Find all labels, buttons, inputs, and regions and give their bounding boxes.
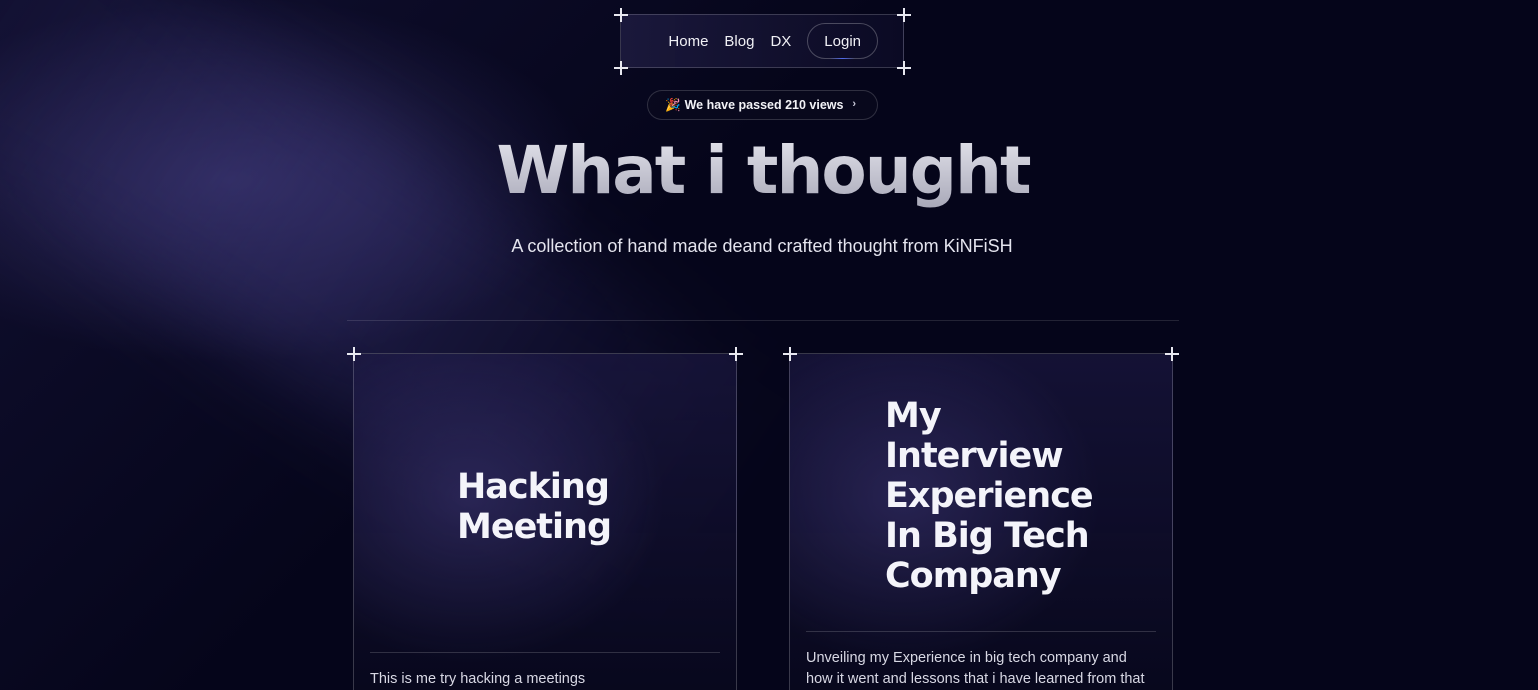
page-title: What i thought <box>0 132 1526 209</box>
corner-plus-icon <box>614 61 628 75</box>
nav-link-blog[interactable]: Blog <box>724 33 754 50</box>
section-divider <box>347 320 1179 321</box>
login-button[interactable]: Login <box>807 23 878 59</box>
corner-plus-icon <box>614 8 628 22</box>
chevron-right-icon: › <box>852 98 856 110</box>
nav-link-dx[interactable]: DX <box>770 33 791 50</box>
card-divider <box>806 631 1156 632</box>
post-card-interview-experience[interactable]: My Interview Experience In Big Tech Comp… <box>789 353 1173 690</box>
post-card-hacking-meeting[interactable]: Hacking Meeting This is me try hacking a… <box>353 353 737 690</box>
nav-link-home[interactable]: Home <box>668 33 708 50</box>
top-nav: Home Blog DX Login <box>620 14 904 68</box>
corner-plus-icon <box>729 347 743 361</box>
corner-plus-icon <box>347 347 361 361</box>
corner-plus-icon <box>897 8 911 22</box>
badge-text: We have passed 210 views <box>684 98 844 112</box>
corner-plus-icon <box>897 61 911 75</box>
page: Home Blog DX Login 🎉 We have passed 210 … <box>0 0 1538 690</box>
corner-plus-icon <box>1165 347 1179 361</box>
post-title: My Interview Experience In Big Tech Comp… <box>885 396 1094 596</box>
post-description: This is me try hacking a meetings <box>370 671 586 687</box>
party-popper-icon: 🎉 <box>665 97 681 112</box>
views-announcement-badge[interactable]: 🎉 We have passed 210 views › <box>647 90 878 120</box>
post-title: Hacking Meeting <box>457 467 612 547</box>
card-divider <box>370 652 720 653</box>
post-description: Unveiling my Experience in big tech comp… <box>806 650 1145 687</box>
page-subtitle: A collection of hand made deand crafted … <box>511 236 1013 256</box>
corner-plus-icon <box>783 347 797 361</box>
